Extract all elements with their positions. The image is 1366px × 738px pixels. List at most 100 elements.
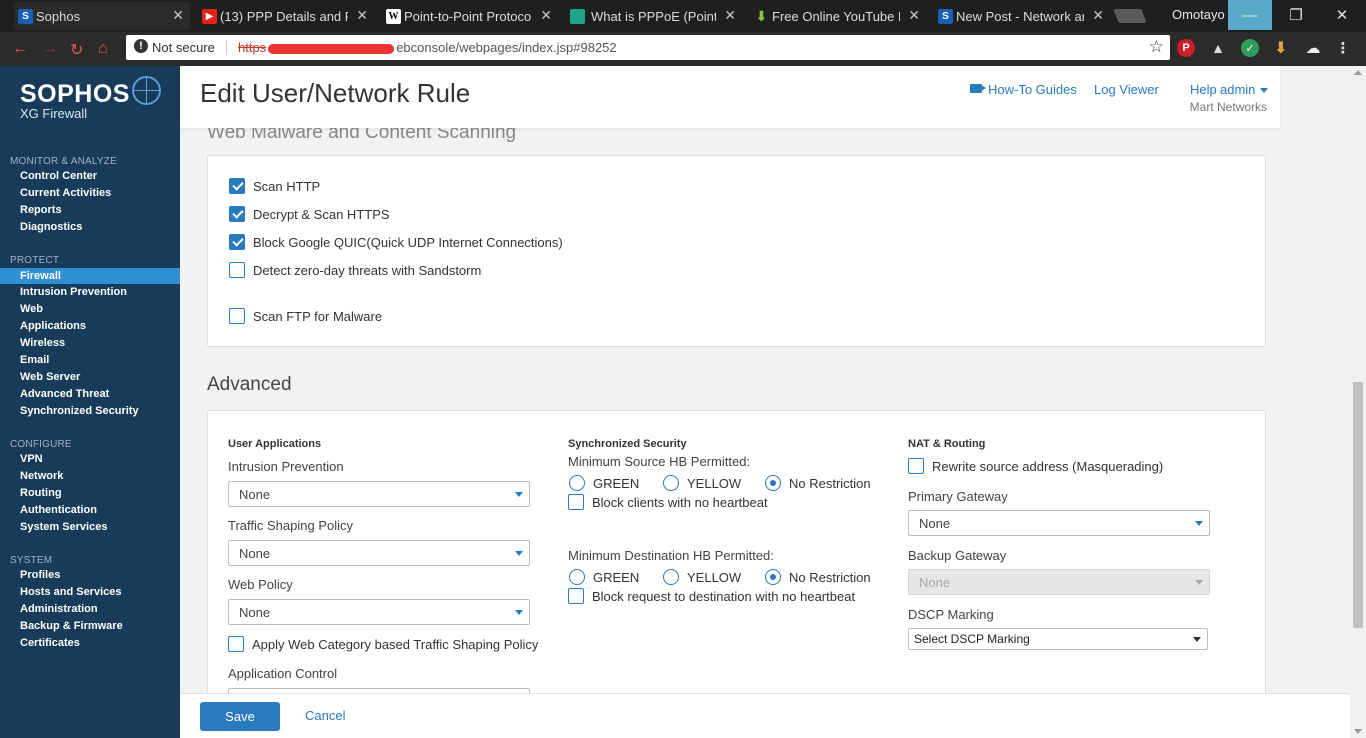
- src-hb-green-radio[interactable]: [569, 475, 585, 491]
- nav-item-intrusion-prevention[interactable]: Intrusion Prevention: [0, 284, 180, 300]
- scan-ftp-option[interactable]: Scan FTP for Malware: [229, 307, 382, 325]
- close-tab-icon[interactable]: ✕: [356, 7, 368, 24]
- cloud-extension-icon[interactable]: ☁: [1304, 39, 1322, 57]
- web-policy-select[interactable]: None: [228, 599, 530, 625]
- sandstorm-checkbox[interactable]: [229, 262, 245, 278]
- scroll-down-icon[interactable]: [1354, 729, 1362, 734]
- dst-hb-none-radio[interactable]: [765, 569, 781, 585]
- nav-item-current-activities[interactable]: Current Activities: [0, 185, 180, 201]
- help-link[interactable]: Help: [1190, 82, 1217, 97]
- close-tab-icon[interactable]: ✕: [724, 7, 736, 24]
- home-icon[interactable]: ⌂: [98, 40, 108, 58]
- close-tab-icon[interactable]: ✕: [540, 7, 552, 24]
- nav-item-applications[interactable]: Applications: [0, 318, 180, 334]
- menu-dots-icon[interactable]: ⋮: [1334, 39, 1352, 57]
- browser-tab[interactable]: What is PPPoE (Point-to ✕: [566, 2, 742, 30]
- scan-http-option[interactable]: Scan HTTP: [229, 177, 320, 195]
- close-tab-icon[interactable]: ✕: [1092, 7, 1104, 24]
- web-category-shaping-checkbox[interactable]: [228, 636, 244, 652]
- warning-icon[interactable]: !: [134, 39, 148, 53]
- browser-tab[interactable]: W Point-to-Point Protocol ✕: [382, 2, 558, 30]
- src-hb-none-option[interactable]: No Restriction: [765, 475, 871, 491]
- block-no-heartbeat-clients-option[interactable]: Block clients with no heartbeat: [568, 493, 768, 511]
- nav-item-vpn[interactable]: VPN: [0, 451, 180, 467]
- dst-hb-green-option[interactable]: GREEN: [569, 569, 639, 585]
- nav-item-routing[interactable]: Routing: [0, 485, 180, 501]
- block-quic-option[interactable]: Block Google QUIC(Quick UDP Internet Con…: [229, 233, 563, 251]
- security-label[interactable]: Not secure: [152, 40, 215, 55]
- nav-item-wireless[interactable]: Wireless: [0, 335, 180, 351]
- block-no-heartbeat-clients-checkbox[interactable]: [568, 494, 584, 510]
- dst-hb-green-radio[interactable]: [569, 569, 585, 585]
- nav-item-firewall[interactable]: Firewall: [0, 268, 180, 284]
- nav-item-authentication[interactable]: Authentication: [0, 502, 180, 518]
- dst-hb-yellow-radio[interactable]: [663, 569, 679, 585]
- nav-item-synchronized-security[interactable]: Synchronized Security: [0, 403, 180, 419]
- restore-icon[interactable]: ❐: [1274, 0, 1318, 30]
- block-quic-checkbox[interactable]: [229, 234, 245, 250]
- nav-item-certificates[interactable]: Certificates: [0, 635, 180, 651]
- traffic-shaping-select[interactable]: None: [228, 540, 530, 566]
- dst-hb-yellow-option[interactable]: YELLOW: [663, 569, 741, 585]
- src-hb-yellow-option[interactable]: YELLOW: [663, 475, 741, 491]
- nav-item-advanced-threat[interactable]: Advanced Threat: [0, 386, 180, 402]
- nav-item-backup-firmware[interactable]: Backup & Firmware: [0, 618, 180, 634]
- back-icon[interactable]: ←: [12, 40, 28, 58]
- reload-icon[interactable]: ↻: [70, 40, 83, 60]
- close-tab-icon[interactable]: ✕: [172, 7, 184, 24]
- scrollbar-thumb[interactable]: [1353, 382, 1363, 628]
- browser-tab[interactable]: ⬇ Free Online YouTube Do ✕: [750, 2, 926, 30]
- primary-gateway-select[interactable]: None: [908, 510, 1210, 536]
- scroll-up-icon[interactable]: [1354, 70, 1362, 75]
- scan-https-checkbox[interactable]: [229, 206, 245, 222]
- sandstorm-option[interactable]: Detect zero-day threats with Sandstorm: [229, 261, 481, 279]
- brand-logo[interactable]: SOPHOS: [20, 80, 130, 109]
- web-category-shaping-option[interactable]: Apply Web Category based Traffic Shaping…: [228, 635, 538, 653]
- nav-item-diagnostics[interactable]: Diagnostics: [0, 219, 180, 235]
- dst-hb-none-option[interactable]: No Restriction: [765, 569, 871, 585]
- nav-item-control-center[interactable]: Control Center: [0, 168, 180, 184]
- scan-https-option[interactable]: Decrypt & Scan HTTPS: [229, 205, 390, 223]
- block-no-heartbeat-destination-option[interactable]: Block request to destination with no hea…: [568, 587, 855, 605]
- save-button[interactable]: Save: [200, 702, 280, 731]
- src-hb-none-radio[interactable]: [765, 475, 781, 491]
- masquerading-checkbox[interactable]: [908, 458, 924, 474]
- url-text[interactable]: https ebconsole/webpages/index.jsp#98252: [238, 40, 617, 55]
- log-viewer-link[interactable]: Log Viewer: [1094, 82, 1159, 97]
- nav-item-system-services[interactable]: System Services: [0, 519, 180, 535]
- nav-item-email[interactable]: Email: [0, 352, 180, 368]
- close-window-icon[interactable]: ✕: [1320, 0, 1364, 30]
- admin-menu[interactable]: admin: [1220, 82, 1269, 97]
- page-scrollbar[interactable]: [1350, 66, 1366, 738]
- masquerading-option[interactable]: Rewrite source address (Masquerading): [908, 457, 1163, 475]
- intrusion-prevention-select[interactable]: None: [228, 481, 530, 507]
- nav-item-administration[interactable]: Administration: [0, 601, 180, 617]
- nav-item-hosts-and-services[interactable]: Hosts and Services: [0, 584, 180, 600]
- block-no-heartbeat-destination-checkbox[interactable]: [568, 588, 584, 604]
- nav-item-reports[interactable]: Reports: [0, 202, 180, 218]
- cancel-button[interactable]: Cancel: [305, 708, 345, 723]
- close-tab-icon[interactable]: ✕: [908, 7, 920, 24]
- minimize-icon[interactable]: —: [1228, 0, 1272, 30]
- download-extension-icon[interactable]: ⬇: [1272, 39, 1290, 57]
- src-hb-yellow-radio[interactable]: [663, 475, 679, 491]
- shield-extension-icon[interactable]: ✓: [1241, 39, 1259, 57]
- scan-http-checkbox[interactable]: [229, 178, 245, 194]
- nav-item-network[interactable]: Network: [0, 468, 180, 484]
- nav-item-web-server[interactable]: Web Server: [0, 369, 180, 385]
- profile-name[interactable]: Omotayo: [1172, 7, 1225, 22]
- browser-tab[interactable]: ▶ (13) PPP Details and Pl ✕: [198, 2, 374, 30]
- new-tab-button[interactable]: [1113, 9, 1147, 23]
- bookmark-star-icon[interactable]: ☆: [1149, 37, 1164, 57]
- nav-item-profiles[interactable]: Profiles: [0, 567, 180, 583]
- scan-ftp-checkbox[interactable]: [229, 308, 245, 324]
- address-bar[interactable]: ! Not secure https ebconsole/webpages/ind…: [126, 35, 1170, 60]
- browser-tab[interactable]: S New Post - Network and ✕: [934, 2, 1110, 30]
- how-to-guides-link[interactable]: How-To Guides: [988, 82, 1077, 97]
- nav-item-web[interactable]: Web: [0, 301, 180, 317]
- forward-icon[interactable]: →: [42, 40, 58, 58]
- video-camera-icon[interactable]: [970, 84, 982, 93]
- src-hb-green-option[interactable]: GREEN: [569, 475, 639, 491]
- pinterest-icon[interactable]: P: [1177, 39, 1195, 57]
- browser-tab[interactable]: S Sophos ✕: [14, 2, 190, 30]
